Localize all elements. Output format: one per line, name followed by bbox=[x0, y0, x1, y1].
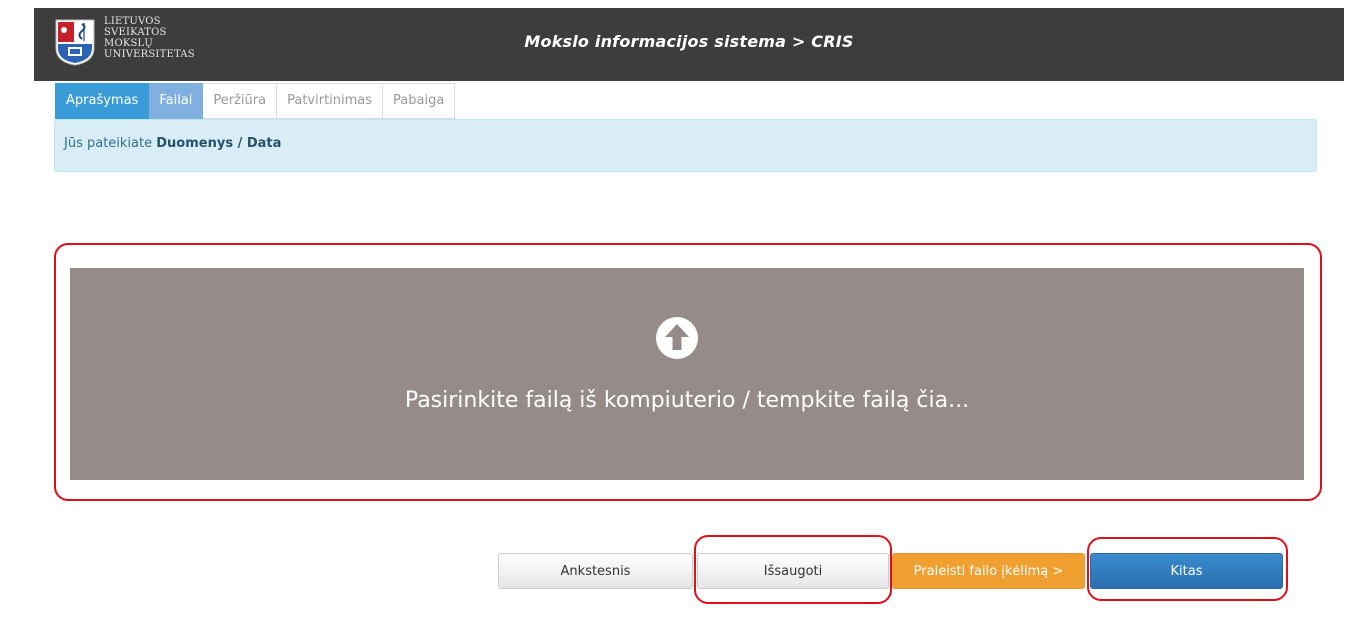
app-header: LIETUVOS SVEIKATOS MOKSLŲ UNIVERSITETAS … bbox=[34, 8, 1344, 81]
logo-line-1: LIETUVOS bbox=[104, 16, 161, 27]
submission-info-bar: Jūs pateikiate Duomenys / Data bbox=[54, 119, 1317, 172]
submission-info-text: Jūs pateikiate Duomenys / Data bbox=[64, 136, 281, 151]
tab-aprasymas[interactable]: Aprašymas bbox=[55, 83, 150, 119]
save-button[interactable]: Išsaugoti bbox=[697, 553, 889, 589]
app-title: Mokslo informacijos sistema > CRIS bbox=[524, 32, 854, 51]
info-prefix: Jūs pateikiate bbox=[64, 136, 153, 151]
upload-arrow-circle-icon bbox=[656, 317, 698, 359]
tab-failai[interactable]: Failai bbox=[149, 83, 204, 119]
submission-type: Duomenys / Data bbox=[156, 136, 282, 151]
skip-upload-button[interactable]: Praleisti failo įkėlimą > bbox=[892, 553, 1085, 589]
next-button[interactable]: Kitas bbox=[1090, 553, 1283, 589]
wizard-steps: Aprašymas Failai Peržiūra Patvirtinimas … bbox=[55, 83, 456, 119]
page: LIETUVOS SVEIKATOS MOKSLŲ UNIVERSITETAS … bbox=[0, 0, 1345, 618]
tab-pabaiga[interactable]: Pabaiga bbox=[383, 83, 456, 119]
tab-perziura[interactable]: Peržiūra bbox=[203, 83, 278, 119]
file-dropzone[interactable] bbox=[70, 268, 1304, 480]
previous-button[interactable]: Ankstesnis bbox=[498, 553, 693, 589]
dropzone-label: Pasirinkite failą iš kompiuterio / tempk… bbox=[404, 388, 970, 413]
tab-patvirtinimas[interactable]: Patvirtinimas bbox=[277, 83, 384, 119]
